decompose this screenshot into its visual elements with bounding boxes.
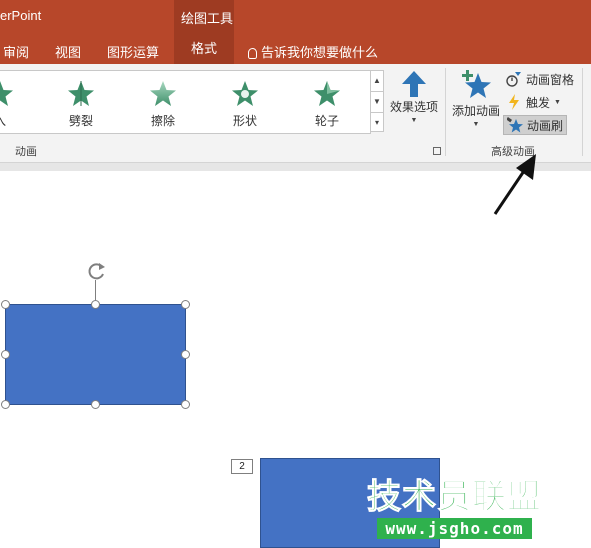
watermark-url: www.jsgho.com (377, 518, 532, 539)
rotation-connector (95, 280, 96, 300)
add-star-icon (462, 70, 491, 98)
gallery-scroll-up-icon[interactable]: ▲ (371, 71, 383, 92)
gallery-scroll-down-icon[interactable]: ▼ (371, 92, 383, 113)
group-divider (582, 68, 583, 156)
tab-shape-ops[interactable]: 图形运算 (107, 42, 159, 61)
effect-shape[interactable]: 形状 (215, 79, 275, 129)
animation-painter-button[interactable]: 动画刷 (503, 115, 568, 135)
resize-handle-right[interactable] (181, 350, 190, 359)
effect-wipe[interactable]: 擦除 (133, 79, 193, 129)
dialog-launcher-icon[interactable] (433, 147, 441, 155)
app-title: erPoint (0, 8, 42, 23)
resize-handle-top-left[interactable] (1, 300, 10, 309)
effect-fly-in[interactable]: 入 (0, 79, 30, 129)
trigger-button[interactable]: 触发 ▼ (503, 92, 564, 112)
tell-me-search[interactable]: 告诉我你想要做什么 (248, 42, 378, 61)
tell-me-label: 告诉我你想要做什么 (261, 45, 379, 60)
add-animation-button[interactable]: 添加动画 ▼ (450, 70, 502, 128)
gallery-more-icon[interactable]: ▾ (371, 113, 383, 133)
drawing-tools-label: 绘图工具 (181, 11, 234, 26)
star-wipe-icon (150, 81, 176, 106)
animation-painter-icon (507, 117, 523, 133)
effect-wheel[interactable]: 轮子 (297, 79, 357, 129)
animation-sequence-badge[interactable]: 2 (231, 459, 253, 474)
animation-pane-icon (506, 72, 521, 87)
effect-options-button[interactable]: 效果选项 ▼ (388, 70, 440, 124)
tab-format[interactable]: 格式 (174, 34, 234, 64)
up-arrow-icon (402, 71, 426, 97)
effect-options-label: 效果选项 (389, 100, 438, 114)
title-bar: erPoint (0, 0, 591, 34)
star-wheel-icon (314, 81, 340, 106)
chevron-down-icon: ▼ (554, 98, 561, 106)
tab-view[interactable]: 视图 (55, 42, 81, 61)
star-split-icon (68, 81, 94, 106)
lightbulb-icon (248, 48, 257, 59)
pointer-arrow-icon (493, 154, 536, 215)
rotation-handle-icon[interactable] (84, 260, 108, 287)
effect-label: 擦除 (150, 114, 175, 128)
watermark-title: 技术员联盟 (367, 478, 542, 517)
resize-handle-top[interactable] (91, 300, 100, 309)
animation-group-label: 动画 (15, 146, 37, 158)
effect-split[interactable]: 劈裂 (51, 79, 111, 129)
ribbon: 入 劈裂 擦除 形状 轮子 ▲ ▼ ▾ 效果选项 ▼ 动画 (0, 64, 591, 163)
ribbon-tabs: 审阅 视图 图形运算 格式 告诉我你想要做什么 (0, 34, 591, 64)
gallery-scrollbar[interactable]: ▲ ▼ ▾ (370, 70, 384, 132)
add-animation-label: 添加动画 (451, 104, 500, 118)
animation-pane-button[interactable]: 动画窗格 (503, 69, 577, 89)
group-divider (445, 68, 446, 156)
resize-handle-bottom[interactable] (91, 400, 100, 409)
resize-handle-left[interactable] (1, 350, 10, 359)
resize-handle-top-right[interactable] (181, 300, 190, 309)
selected-rectangle[interactable] (5, 304, 186, 405)
effect-label: 劈裂 (68, 114, 93, 128)
animation-pane-label: 动画窗格 (526, 72, 575, 87)
animation-gallery: 入 劈裂 擦除 形状 轮子 (0, 70, 371, 134)
resize-handle-bottom-left[interactable] (1, 400, 10, 409)
chevron-down-icon: ▼ (410, 117, 418, 124)
tab-review[interactable]: 审阅 (3, 42, 29, 61)
chevron-down-icon: ▼ (472, 121, 480, 128)
effect-label: 入 (0, 112, 30, 129)
effect-label: 形状 (232, 114, 257, 128)
lightning-icon (509, 94, 519, 110)
resize-handle-bottom-right[interactable] (181, 400, 190, 409)
star-shape-icon (232, 81, 258, 106)
trigger-label: 触发 (526, 95, 551, 110)
star-green-icon (0, 81, 13, 106)
watermark: 技术员联盟 www.jsgho.com (362, 478, 547, 539)
animation-painter-label: 动画刷 (527, 118, 564, 133)
effect-label: 轮子 (314, 114, 339, 128)
